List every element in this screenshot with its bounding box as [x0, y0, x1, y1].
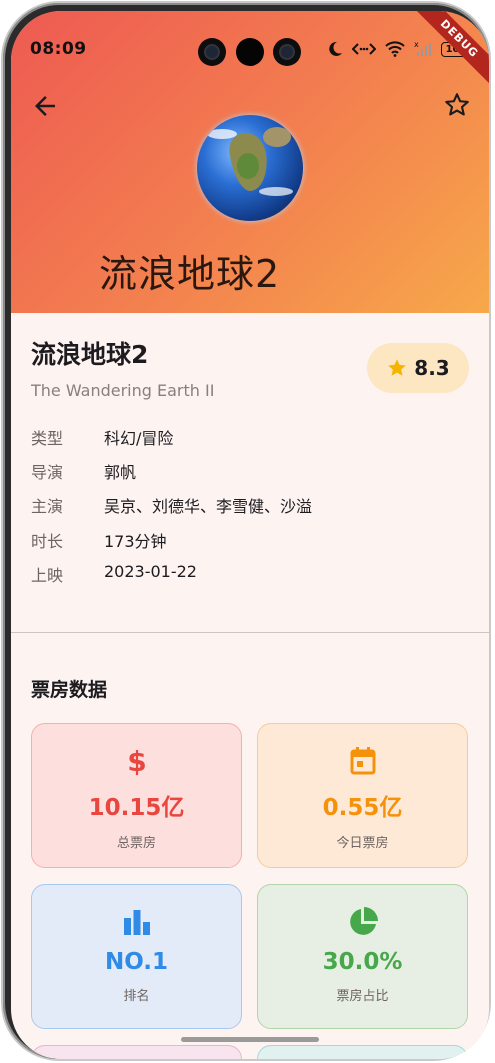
signal-icon: x: [414, 41, 431, 56]
stat-label: 票房占比: [336, 989, 389, 1004]
star-icon: [388, 359, 406, 376]
status-time: 08:09: [30, 39, 87, 59]
stat-value: 0.55亿: [322, 795, 403, 821]
detail-value: 郭帆: [104, 463, 137, 482]
pie-chart-icon: [349, 907, 378, 935]
detail-row-release: 上映 2023-01-22: [31, 562, 197, 586]
detail-value: 科幻/冒险: [104, 429, 174, 448]
svg-text:x: x: [414, 41, 419, 49]
stat-card-partial[interactable]: [31, 1045, 242, 1059]
movie-title: 流浪地球2: [31, 340, 149, 369]
detail-row-cast: 主演 吴京、刘德华、李雪健、沙溢: [31, 493, 312, 517]
earth-globe-image: [197, 115, 303, 221]
stat-label: 今日票房: [336, 836, 389, 851]
camera-icon: [198, 38, 226, 66]
detail-key: 类型: [31, 429, 64, 448]
stat-card-partial[interactable]: [257, 1045, 468, 1059]
dollar-icon: $: [127, 745, 146, 777]
stat-card-ranking[interactable]: NO.1 排名: [31, 884, 242, 1029]
moon-icon: [329, 41, 342, 56]
home-indicator[interactable]: [181, 1037, 319, 1042]
section-divider: [11, 632, 489, 633]
movie-english-title: The Wandering Earth II: [31, 381, 215, 400]
bar-chart-icon: [123, 910, 150, 935]
stat-card-share[interactable]: 30.0% 票房占比: [257, 884, 468, 1029]
header-title: 流浪地球2: [99, 252, 281, 296]
phone-frame: 08:09 x 100 DEBUG: [1, 1, 491, 1061]
data-transfer-icon: [352, 43, 376, 55]
detail-row-genre: 类型 科幻/冒险: [31, 425, 173, 449]
status-bar: 08:09 x 100: [11, 11, 489, 91]
stat-value: 30.0%: [322, 949, 403, 975]
rating-badge: 8.3: [367, 343, 469, 393]
detail-key: 主演: [31, 497, 64, 516]
back-button[interactable]: [30, 91, 60, 121]
detail-value: 吴京、刘德华、李雪健、沙溢: [104, 497, 313, 516]
stat-label: 总票房: [116, 836, 156, 851]
stat-label: 排名: [123, 989, 150, 1004]
camera-icon: [236, 38, 264, 66]
camera-icon: [273, 38, 301, 66]
wifi-icon: [385, 41, 405, 57]
favorite-button[interactable]: [443, 91, 473, 121]
star-outline-icon: [445, 93, 469, 116]
detail-key: 导演: [31, 463, 64, 482]
stat-value: 10.15亿: [88, 795, 185, 821]
detail-row-duration: 时长 173分钟: [31, 528, 167, 552]
calendar-today-icon: [350, 747, 375, 775]
app-screen: 08:09 x 100 DEBUG: [11, 11, 489, 1059]
svg-text:$: $: [127, 745, 146, 777]
detail-value: 2023-01-22: [104, 562, 197, 581]
stat-value: NO.1: [104, 949, 169, 975]
detail-key: 上映: [31, 566, 64, 585]
box-office-title: 票房数据: [31, 679, 108, 701]
detail-key: 时长: [31, 532, 64, 551]
movie-header: 08:09 x 100 DEBUG: [11, 11, 489, 313]
rating-value: 8.3: [414, 356, 450, 380]
arrow-back-icon: [35, 96, 55, 116]
detail-value: 173分钟: [104, 532, 167, 551]
stat-card-today-box-office[interactable]: 0.55亿 今日票房: [257, 723, 468, 868]
detail-row-director: 导演 郭帆: [31, 459, 136, 483]
stat-card-total-box-office[interactable]: $ 10.15亿 总票房: [31, 723, 242, 868]
